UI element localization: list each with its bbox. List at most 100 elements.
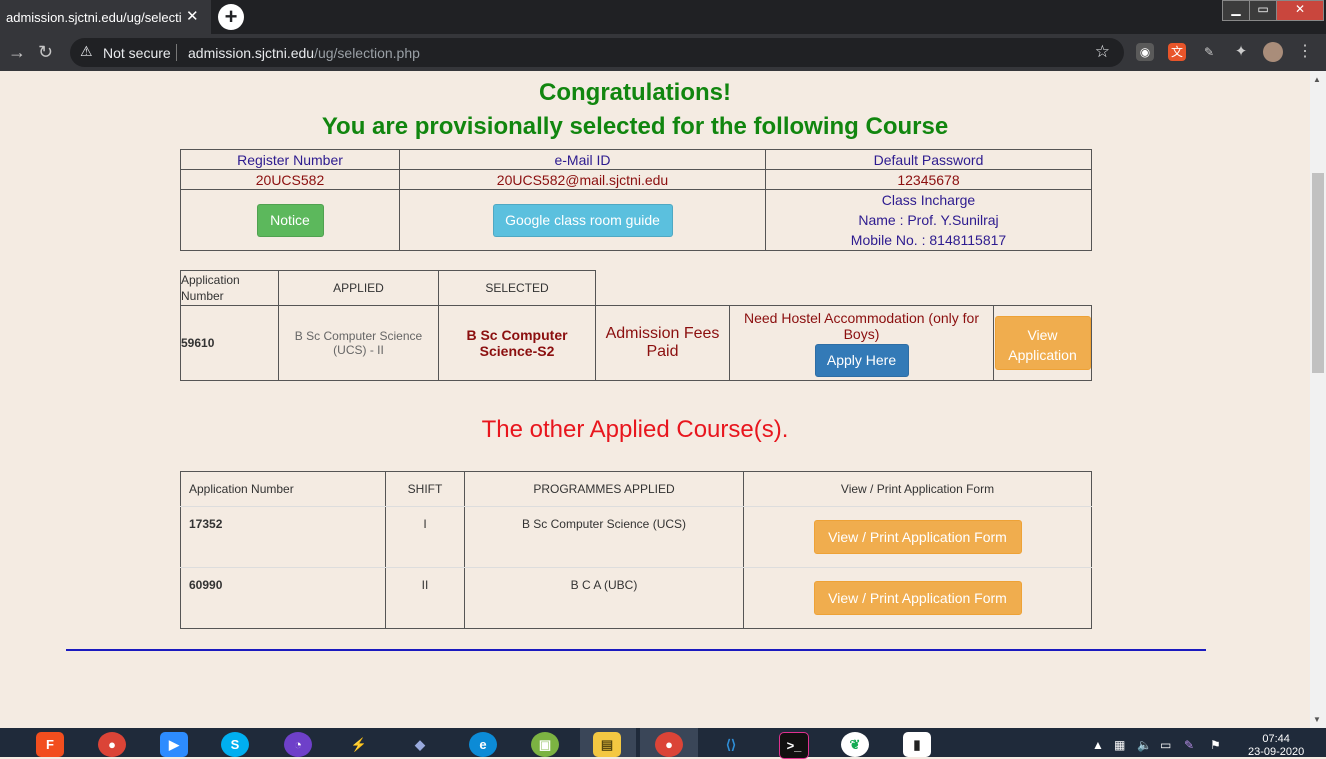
page-scrollbar[interactable]: ▲ ▼: [1310, 71, 1326, 728]
tab-strip: admission.sjctni.edu/ug/selection.php ✕ …: [0, 0, 1326, 34]
other-courses-table: Application Number SHIFT PROGRAMMES APPL…: [180, 471, 1092, 629]
url-text[interactable]: admission.sjctni.edu/ug/selection.php: [188, 45, 420, 61]
view-print-form-button[interactable]: View / Print Application Form: [813, 581, 1022, 615]
extension-pen-icon[interactable]: ✎: [1200, 43, 1218, 61]
col-programmes-applied: PROGRAMMES APPLIED: [464, 471, 744, 507]
bookmark-star-icon[interactable]: ☆: [1095, 42, 1110, 62]
apply-here-button[interactable]: Apply Here: [814, 343, 909, 377]
application-header-table: Application Number APPLIED SELECTED: [180, 270, 596, 306]
vscode-icon[interactable]: ⟨⟩: [717, 732, 745, 757]
tab-title: admission.sjctni.edu/ug/selection.php: [6, 10, 182, 25]
github-desktop-icon[interactable]: ◔: [284, 732, 312, 757]
view-print-form-button[interactable]: View / Print Application Form: [813, 520, 1022, 554]
edge-icon[interactable]: e: [469, 732, 497, 757]
android-studio-icon[interactable]: ▣: [531, 732, 559, 757]
selection-heading: You are provisionally selected for the f…: [321, 113, 949, 140]
email-value: 20UCS582@mail.sjctni.edu: [399, 169, 766, 190]
row-programme: B Sc Computer Science (UCS): [464, 506, 744, 568]
address-divider: [176, 44, 177, 61]
menu-kebab-icon[interactable]: ⋮: [1296, 43, 1314, 61]
col-application-number: Application Number: [180, 471, 386, 507]
register-number-value: 20UCS582: [180, 169, 400, 190]
view-application-button[interactable]: View Application: [994, 316, 1091, 370]
page-content: Congratulations! You are provisionally s…: [0, 71, 1310, 728]
zoom-icon[interactable]: ▶: [160, 732, 188, 757]
maximize-button[interactable]: ▭: [1249, 0, 1277, 21]
url-host: admission.sjctni.edu: [188, 45, 315, 61]
student-info-table: Register Number e-Mail ID Default Passwo…: [180, 149, 1092, 251]
taskbar: F ● ▶ S ◔ ⚡ ◆ e ▣ ▤ ● ⟨⟩ >_ ❦ ▮ ▲ ▦ 🔈 ▭ …: [0, 728, 1326, 759]
row-action-cell: View / Print Application Form: [743, 567, 1092, 629]
password-header: Default Password: [765, 149, 1092, 170]
class-incharge-name: Name : Prof. Y.Sunilraj: [858, 212, 999, 228]
chart-app-icon[interactable]: ▮: [903, 732, 931, 757]
password-value: 12345678: [765, 169, 1092, 190]
clock-time: 07:44: [1262, 733, 1290, 745]
extension-translate-icon[interactable]: 文: [1168, 43, 1186, 61]
other-courses-heading: The other Applied Course(s).: [481, 416, 789, 443]
profile-avatar[interactable]: [1263, 42, 1283, 62]
google-classroom-guide-button[interactable]: Google class room guide: [492, 203, 673, 237]
class-incharge-title: Class Incharge: [881, 192, 976, 208]
applied-header: APPLIED: [278, 270, 439, 306]
table-row: 17352 I B Sc Computer Science (UCS) View…: [180, 506, 1092, 568]
row-app-number: 60990: [180, 567, 386, 629]
new-tab-button[interactable]: +: [218, 4, 244, 30]
pen-tray-icon[interactable]: ✎: [1184, 738, 1194, 752]
mongodb-icon[interactable]: ❦: [841, 732, 869, 757]
skype-icon[interactable]: S: [221, 732, 249, 757]
app-number-header: Application Number: [180, 270, 279, 306]
minimize-button[interactable]: ▁: [1222, 0, 1250, 21]
tray-network-icon[interactable]: ▦: [1114, 738, 1125, 752]
browser-toolbar: → ↻ ⚠ Not secure admission.sjctni.edu/ug…: [0, 34, 1326, 71]
row-action-cell: View / Print Application Form: [743, 506, 1092, 568]
selected-course: B Sc Computer Science-S2: [438, 305, 596, 381]
hostel-cell: Need Hostel Accommodation (only for Boys…: [729, 305, 994, 381]
col-view-print: View / Print Application Form: [743, 471, 1092, 507]
tray-expand-icon[interactable]: ▲: [1092, 738, 1104, 752]
forward-icon[interactable]: →: [8, 42, 26, 63]
class-incharge-cell: Class Incharge Name : Prof. Y.Sunilraj M…: [765, 189, 1092, 251]
scroll-down-icon[interactable]: ▼: [1313, 715, 1321, 724]
app-number-value: 59610: [180, 305, 279, 381]
guide-cell: Google class room guide: [399, 189, 766, 251]
row-app-number: 17352: [180, 506, 386, 568]
view-application-cell: View Application: [993, 305, 1092, 381]
file-explorer-icon[interactable]: ▤: [593, 732, 621, 757]
virtualbox-icon[interactable]: ◆: [406, 732, 434, 757]
application-row-table: 59610 B Sc Computer Science (UCS) - II B…: [180, 305, 1092, 381]
terminal-icon[interactable]: >_: [779, 732, 809, 759]
scroll-up-icon[interactable]: ▲: [1313, 75, 1321, 84]
window-close-button[interactable]: ✕: [1276, 0, 1324, 21]
chrome-icon[interactable]: ●: [98, 732, 126, 757]
browser-tab[interactable]: admission.sjctni.edu/ug/selection.php ✕: [0, 0, 211, 34]
col-shift: SHIFT: [385, 471, 465, 507]
flag-tray-icon[interactable]: ⚑: [1210, 738, 1221, 752]
reload-icon[interactable]: ↻: [38, 42, 53, 63]
row-shift: I: [385, 506, 465, 568]
scrollbar-thumb[interactable]: [1312, 173, 1324, 373]
extension-owl-icon[interactable]: ◉: [1136, 43, 1154, 61]
battery-icon[interactable]: ▭: [1160, 738, 1171, 752]
notice-button[interactable]: Notice: [256, 203, 324, 237]
taskbar-clock[interactable]: 07:44 23-09-2020: [1248, 733, 1304, 759]
url-path: /ug/selection.php: [314, 45, 420, 61]
extensions-puzzle-icon[interactable]: ✦: [1232, 43, 1250, 61]
row-shift: II: [385, 567, 465, 629]
volume-icon[interactable]: 🔈: [1137, 738, 1152, 752]
chrome-active-icon[interactable]: ●: [655, 732, 683, 757]
hostel-text: Need Hostel Accommodation (only for Boys…: [744, 309, 979, 342]
clock-date: 23-09-2020: [1248, 746, 1305, 758]
address-bar[interactable]: ⚠ Not secure admission.sjctni.edu/ug/sel…: [70, 38, 1124, 67]
figma-icon[interactable]: F: [36, 732, 64, 757]
notice-cell: Notice: [180, 189, 400, 251]
fees-status: Admission Fees Paid: [595, 305, 730, 381]
tab-close-icon[interactable]: ✕: [186, 7, 199, 25]
register-number-header: Register Number: [180, 149, 400, 170]
table-row: 60990 II B C A (UBC) View / Print Applic…: [180, 567, 1092, 629]
power-app-icon[interactable]: ⚡: [345, 732, 373, 757]
email-header: e-Mail ID: [399, 149, 766, 170]
class-incharge-mobile: Mobile No. : 8148115817: [850, 232, 1007, 248]
not-secure-label[interactable]: Not secure: [103, 45, 171, 61]
congrats-heading: Congratulations!: [539, 79, 731, 106]
